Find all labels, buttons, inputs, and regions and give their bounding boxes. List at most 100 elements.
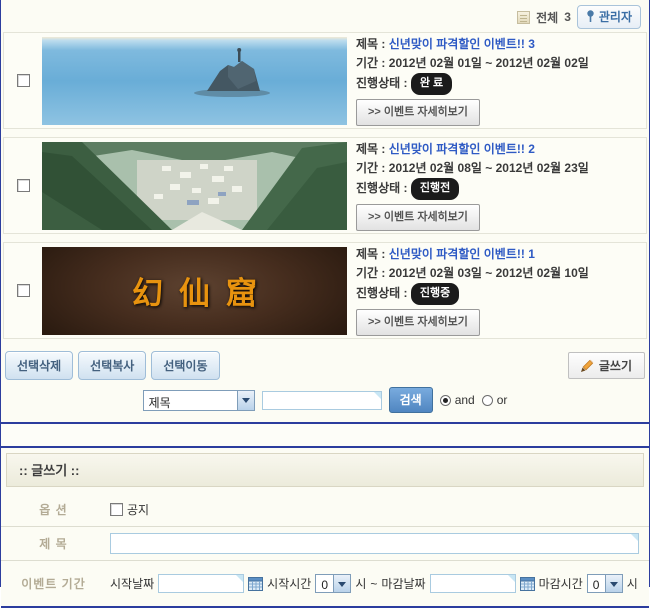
title-row: 제 목 <box>1 526 649 560</box>
event-period-label: 이벤트 기간 <box>1 575 106 592</box>
end-date-input-box <box>430 574 516 593</box>
option-label: 옵 션 <box>1 501 106 518</box>
write-post-label: 글쓰기 <box>599 357 632 374</box>
event-row: 幻仙窟 제목 : 신년맞이 파격할인 이벤트!! 1 기간 : 2012년 02… <box>3 242 647 339</box>
end-hour-suffix: 시 <box>627 575 638 592</box>
period-label: 기간 : <box>356 266 385 280</box>
checkbox-cell <box>4 179 42 192</box>
checkbox-cell <box>4 284 42 297</box>
start-date-input-box <box>158 574 244 593</box>
start-date-input[interactable] <box>159 575 243 592</box>
write-form-header: :: 글쓰기 :: <box>6 453 644 487</box>
title-content <box>106 529 649 558</box>
pencil-icon <box>581 359 594 372</box>
title-label: 제목 : <box>356 247 385 261</box>
event-period: 2012년 02월 01일 ~ 2012년 02월 02일 <box>389 56 589 70</box>
chevron-down-icon <box>333 575 350 592</box>
and-radio-group: and <box>440 393 475 407</box>
option-row: 옵 션 공지 <box>1 492 649 526</box>
total-count: 3 <box>564 10 571 24</box>
actions-bar: 선택삭제 선택복사 선택이동 글쓰기 <box>1 347 649 382</box>
event-board-page: 전체 3 관리자 <box>0 0 650 587</box>
write-post-button[interactable]: 글쓰기 <box>568 352 645 379</box>
start-time-select[interactable]: 0 <box>315 574 351 593</box>
or-radio[interactable] <box>482 395 493 406</box>
event-thumbnail-cave[interactable]: 幻仙窟 <box>42 247 347 335</box>
title-label: 제목 : <box>356 37 385 51</box>
chevron-down-icon <box>237 391 254 410</box>
checkbox-cell <box>4 74 42 87</box>
title-input-box <box>110 533 639 554</box>
start-date-calendar-button[interactable] <box>248 576 263 591</box>
title-field-label: 제 목 <box>1 535 106 552</box>
top-bar: 전체 3 관리자 <box>1 0 649 32</box>
row-checkbox[interactable] <box>17 284 30 297</box>
event-period: 2012년 02월 03일 ~ 2012년 02월 10일 <box>389 266 589 280</box>
start-time-label: 시작시간 <box>267 575 311 592</box>
delete-selected-button[interactable]: 선택삭제 <box>5 351 73 380</box>
period-label: 기간 : <box>356 56 385 70</box>
status-badge: 진행중 <box>411 283 459 305</box>
status-label: 진행상태 : <box>356 181 408 195</box>
row-checkbox[interactable] <box>17 74 30 87</box>
event-detail-button[interactable]: >> 이벤트 자세히보기 <box>356 309 480 336</box>
section-gap <box>1 424 649 446</box>
search-input-box <box>262 391 382 410</box>
total-label: 전체 <box>536 9 558 26</box>
admin-button-label: 관리자 <box>599 8 632 25</box>
period-tilde: ~ <box>370 577 377 591</box>
event-title-link[interactable]: 신년맞이 파격할인 이벤트!! 1 <box>389 247 535 261</box>
end-time-value: 0 <box>588 575 605 592</box>
end-time-select[interactable]: 0 <box>587 574 623 593</box>
title-input[interactable] <box>111 534 638 553</box>
end-time-label: 마감시간 <box>539 575 583 592</box>
start-time-value: 0 <box>316 575 333 592</box>
copy-selected-button[interactable]: 선택복사 <box>78 351 146 380</box>
event-detail-button[interactable]: >> 이벤트 자세히보기 <box>356 204 480 231</box>
title-label: 제목 : <box>356 142 385 156</box>
or-radio-group: or <box>482 393 508 407</box>
event-title-link[interactable]: 신년맞이 파격할인 이벤트!! 2 <box>389 142 535 156</box>
start-date-label: 시작날짜 <box>110 575 154 592</box>
calendar-icon <box>520 576 535 591</box>
event-title-link[interactable]: 신년맞이 파격할인 이벤트!! 3 <box>389 37 535 51</box>
search-button[interactable]: 검색 <box>389 387 433 413</box>
end-date-label: 마감날짜 <box>381 575 425 592</box>
event-info: 제목 : 신년맞이 파격할인 이벤트!! 1 기간 : 2012년 02월 03… <box>356 245 589 336</box>
event-info: 제목 : 신년맞이 파격할인 이벤트!! 2 기간 : 2012년 02월 08… <box>356 140 589 231</box>
event-period-row: 이벤트 기간 시작날짜 시작시간 0 시 ~ 마감날짜 <box>1 560 649 606</box>
event-thumbnail-sea-island[interactable] <box>42 37 347 125</box>
chevron-down-icon <box>605 575 622 592</box>
event-thumbnail-mountain-village[interactable] <box>42 142 347 230</box>
search-field-value: 제목 <box>144 391 237 410</box>
and-radio-label: and <box>455 393 475 407</box>
row-checkbox[interactable] <box>17 179 30 192</box>
write-form-section: :: 글쓰기 :: 옵 션 공지 제 목 이벤트 기간 시작날짜 <box>1 446 649 608</box>
notice-checkbox-label: 공지 <box>127 501 149 518</box>
notice-checkbox[interactable] <box>110 503 123 516</box>
period-label: 기간 : <box>356 161 385 175</box>
admin-button[interactable]: 관리자 <box>577 5 641 29</box>
search-input[interactable] <box>263 392 381 409</box>
search-bar: 제목 검색 and or <box>1 382 649 422</box>
event-row: 제목 : 신년맞이 파격할인 이벤트!! 2 기간 : 2012년 02월 08… <box>3 137 647 234</box>
event-period-content: 시작날짜 시작시간 0 시 ~ 마감날짜 <box>106 570 649 597</box>
status-label: 진행상태 : <box>356 76 408 90</box>
pin-icon <box>586 10 595 23</box>
cave-calligraphy-text: 幻仙窟 <box>116 268 273 313</box>
calendar-icon <box>248 576 263 591</box>
end-date-calendar-button[interactable] <box>520 576 535 591</box>
option-content: 공지 <box>106 497 649 522</box>
event-list-section: 전체 3 관리자 <box>1 0 649 424</box>
or-radio-label: or <box>497 393 508 407</box>
event-period: 2012년 02월 08일 ~ 2012년 02월 23일 <box>389 161 589 175</box>
move-selected-button[interactable]: 선택이동 <box>151 351 219 380</box>
event-detail-button[interactable]: >> 이벤트 자세히보기 <box>356 99 480 126</box>
event-info: 제목 : 신년맞이 파격할인 이벤트!! 3 기간 : 2012년 02월 01… <box>356 35 589 126</box>
search-field-select[interactable]: 제목 <box>143 390 255 411</box>
and-radio[interactable] <box>440 395 451 406</box>
status-badge: 진행전 <box>411 178 459 200</box>
end-date-input[interactable] <box>431 575 515 592</box>
event-row: 제목 : 신년맞이 파격할인 이벤트!! 3 기간 : 2012년 02월 01… <box>3 32 647 129</box>
status-badge: 완 료 <box>411 73 452 95</box>
